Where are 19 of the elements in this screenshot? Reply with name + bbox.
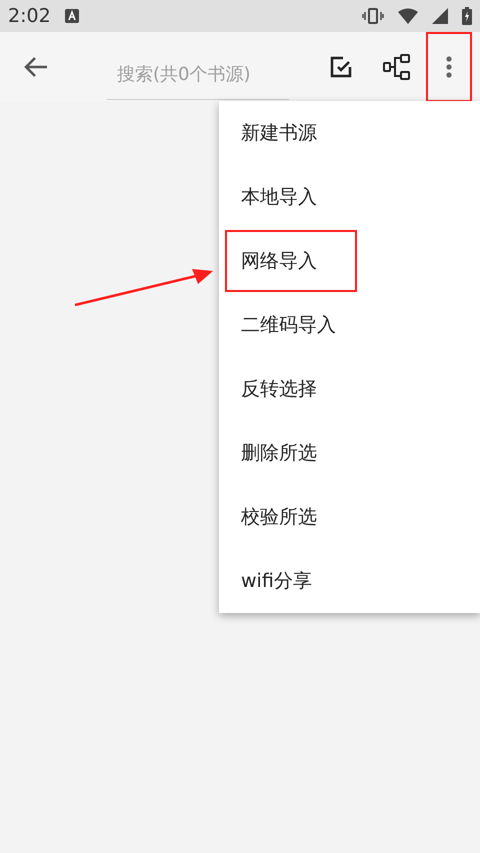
menu-item[interactable]: 二维码导入 <box>225 294 352 356</box>
menu-item[interactable]: 校验所选 <box>225 486 333 548</box>
back-arrow-icon <box>23 56 49 78</box>
tree-icon <box>383 54 411 80</box>
search-field[interactable]: 搜索(共0个书源) <box>107 50 289 100</box>
more-icon <box>446 55 452 79</box>
wifi-icon <box>398 8 418 24</box>
menu-item[interactable]: 新建书源 <box>225 102 333 164</box>
menu-item[interactable]: 本地导入 <box>225 166 333 228</box>
vibrate-icon <box>362 8 384 24</box>
notification-icon <box>64 9 79 23</box>
signal-icon <box>432 8 448 24</box>
menu-item[interactable]: 反转选择 <box>225 358 333 420</box>
menu-item[interactable]: wifi分享 <box>225 550 328 612</box>
menu-item[interactable]: 网络导入 <box>225 230 357 292</box>
status-time: 2:02 <box>8 4 51 29</box>
battery-icon <box>462 7 472 25</box>
menu-item[interactable]: 删除所选 <box>225 422 333 484</box>
checkbox-icon <box>330 56 352 78</box>
